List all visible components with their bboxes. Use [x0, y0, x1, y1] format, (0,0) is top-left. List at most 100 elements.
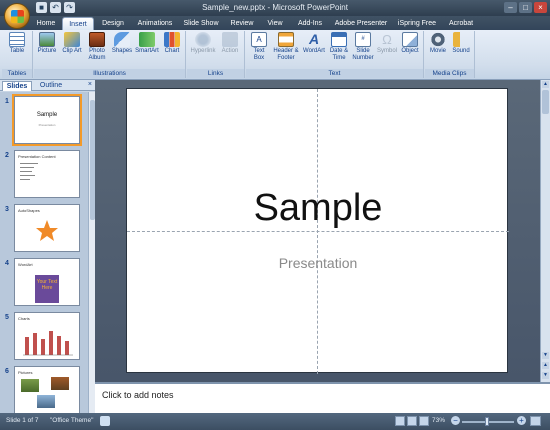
- office-logo-icon: [11, 10, 24, 23]
- shapes-button[interactable]: Shapes: [111, 32, 133, 55]
- slide-subtitle[interactable]: Presentation: [127, 255, 509, 271]
- powerpoint-window: ■ ↶ ↷ Sample_new.pptx - Microsoft PowerP…: [0, 0, 550, 430]
- chart-button[interactable]: Chart: [161, 32, 183, 55]
- tab-slides[interactable]: Slides: [2, 81, 32, 91]
- zoom-out-button[interactable]: −: [451, 416, 460, 425]
- zoom-slider-knob[interactable]: [485, 417, 489, 426]
- thumb-title: WordArt: [18, 262, 33, 267]
- prev-slide-icon[interactable]: ▲: [542, 362, 549, 369]
- smartart-label: SmartArt: [135, 48, 159, 54]
- zoom-in-button[interactable]: +: [517, 416, 526, 425]
- thumb-bullet: [20, 171, 32, 172]
- tab-view[interactable]: View: [262, 17, 288, 30]
- hyperlink-button[interactable]: Hyperlink: [189, 32, 217, 55]
- tab-slide-show[interactable]: Slide Show: [180, 17, 222, 30]
- notes-pane[interactable]: Click to add notes: [95, 382, 550, 413]
- tab-acrobat[interactable]: Acrobat: [444, 17, 478, 30]
- header-footer-icon: [278, 32, 294, 47]
- picture-thumb: [51, 377, 69, 390]
- slide-title[interactable]: Sample: [127, 187, 509, 230]
- tab-outline[interactable]: Outline: [35, 81, 67, 91]
- tab-adobe-presenter[interactable]: Adobe Presenter: [331, 17, 391, 30]
- wordart-box: Your Text Here: [35, 275, 59, 303]
- object-icon: [402, 32, 418, 47]
- smartart-button[interactable]: SmartArt: [134, 32, 160, 55]
- close-button[interactable]: ×: [534, 2, 547, 13]
- zoom-level[interactable]: 73%: [432, 417, 445, 424]
- picture-thumb: [21, 379, 39, 392]
- slide-thumbnail-2[interactable]: Presentation Content: [14, 150, 80, 198]
- fit-to-window-button[interactable]: [530, 416, 541, 426]
- slide-thumbnail-3[interactable]: AutoShapes: [14, 204, 80, 252]
- slide-number: 1: [5, 98, 9, 105]
- view-buttons: [395, 416, 429, 426]
- thumbnails-scrollbar[interactable]: [88, 92, 95, 413]
- wordart-icon: A: [308, 31, 320, 47]
- movie-label: Movie: [429, 48, 446, 54]
- chart-label: Chart: [164, 48, 180, 54]
- notes-placeholder[interactable]: Click to add notes: [102, 390, 174, 400]
- hyperlink-label: Hyperlink: [190, 48, 216, 54]
- photo-album-button[interactable]: Photo Album: [85, 32, 109, 61]
- header-footer-label: Header & Footer: [273, 48, 299, 61]
- tab-insert[interactable]: Insert: [62, 17, 94, 30]
- group-label-illustrations: Illustrations: [34, 69, 185, 78]
- text-box-icon: A: [251, 32, 267, 47]
- office-button[interactable]: [4, 3, 30, 29]
- group-label-tables: Tables: [2, 69, 32, 78]
- minimize-button[interactable]: –: [504, 2, 517, 13]
- action-button[interactable]: Action: [218, 32, 242, 55]
- group-media-clips: Movie Sound Media Clips: [425, 31, 475, 78]
- next-slide-icon[interactable]: ▼: [542, 372, 549, 379]
- slide-thumbnail-5[interactable]: Charts: [14, 312, 80, 360]
- object-button[interactable]: Object: [399, 32, 421, 55]
- group-links: Hyperlink Action Links: [187, 31, 245, 78]
- picture-button[interactable]: Picture: [36, 32, 58, 55]
- close-panel-icon[interactable]: ×: [88, 81, 92, 88]
- slide-scrollbar[interactable]: ▲ ▼ ▲ ▼: [540, 80, 550, 382]
- window-title: Sample_new.pptx - Microsoft PowerPoint: [202, 3, 348, 12]
- wordart-label: WordArt: [303, 48, 325, 54]
- slide-thumbnail-6[interactable]: Pictures: [14, 366, 80, 413]
- header-footer-button[interactable]: Header & Footer: [272, 32, 300, 61]
- shapes-label: Shapes: [111, 48, 133, 54]
- group-label-media: Media Clips: [425, 69, 474, 78]
- ribbon: Table Tables Picture Clip Art Photo Albu…: [0, 30, 550, 80]
- slide-number-button[interactable]: # Slide Number: [351, 32, 375, 61]
- scroll-up-icon[interactable]: ▲: [542, 81, 549, 88]
- wordart-button[interactable]: A WordArt: [301, 32, 327, 55]
- clipart-button[interactable]: Clip Art: [61, 32, 83, 55]
- table-button[interactable]: Table: [6, 32, 28, 55]
- slide-thumbnail-4[interactable]: WordArt Your Text Here: [14, 258, 80, 306]
- scroll-down-icon[interactable]: ▼: [542, 352, 549, 359]
- date-time-button[interactable]: Date & Time: [328, 32, 350, 61]
- table-icon: [9, 32, 25, 47]
- tab-design[interactable]: Design: [97, 17, 129, 30]
- tab-add-ins[interactable]: Add-Ins: [293, 17, 327, 30]
- slide-workspace: Sample Presentation: [95, 80, 540, 382]
- sound-button[interactable]: Sound: [450, 32, 472, 55]
- tab-home[interactable]: Home: [32, 17, 60, 30]
- slide-canvas[interactable]: Sample Presentation: [126, 88, 509, 374]
- thumb-bullet: [20, 167, 34, 168]
- theme-name: "Office Theme": [50, 417, 94, 424]
- picture-thumb: [37, 395, 55, 408]
- clipart-label: Clip Art: [62, 48, 82, 54]
- tab-animations[interactable]: Animations: [133, 17, 177, 30]
- text-box-button[interactable]: A Text Box: [248, 32, 270, 61]
- omega-icon: Ω: [382, 32, 392, 47]
- tab-review[interactable]: Review: [226, 17, 258, 30]
- horizontal-guide[interactable]: [127, 231, 509, 232]
- slide-number: 6: [5, 368, 9, 375]
- photo-album-label: Photo Album: [88, 48, 106, 61]
- slide-thumbnail-1[interactable]: Sample Presentation: [12, 94, 82, 146]
- normal-view-button[interactable]: [395, 416, 405, 426]
- scrollbar-thumb[interactable]: [542, 90, 549, 114]
- tab-ispring-free[interactable]: iSpring Free: [394, 17, 440, 30]
- movie-button[interactable]: Movie: [427, 32, 449, 55]
- slide-sorter-view-button[interactable]: [407, 416, 417, 426]
- symbol-button[interactable]: Ω Symbol: [376, 32, 398, 55]
- spellcheck-icon[interactable]: [100, 416, 110, 426]
- maximize-button[interactable]: □: [519, 2, 532, 13]
- slide-show-view-button[interactable]: [419, 416, 429, 426]
